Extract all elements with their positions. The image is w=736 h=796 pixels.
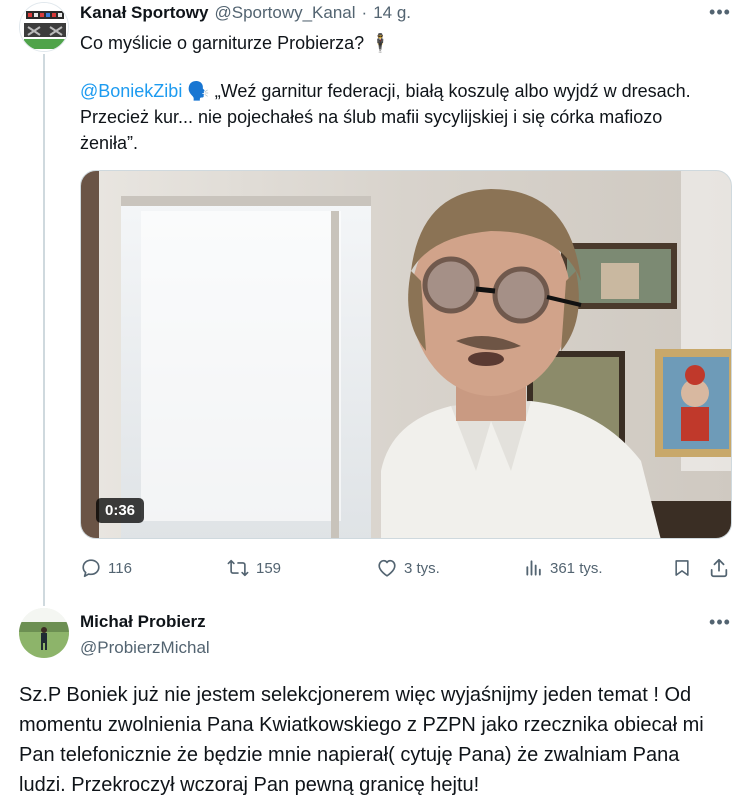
post-text: Co myślicie o garniturze Probierza? 🕴	[80, 33, 392, 53]
avatar[interactable]	[19, 2, 69, 52]
like-count: 3 tys.	[404, 559, 440, 577]
reply-icon	[82, 559, 100, 578]
views-button[interactable]: 361 tys.	[524, 556, 603, 580]
thread-connector-line	[43, 54, 45, 606]
quoted-statement: @BoniekZibi 🗣️ „Weź garnitur federacji, …	[80, 78, 710, 156]
views-count: 361 tys.	[550, 559, 603, 577]
more-options-button[interactable]: •••	[708, 2, 732, 22]
views-chart-icon	[526, 560, 541, 576]
channel-logo-icon	[20, 3, 68, 51]
repost-button[interactable]: 159	[226, 556, 281, 580]
profile-photo	[19, 608, 69, 658]
repost-icon	[227, 559, 249, 577]
video-duration-badge: 0:36	[96, 498, 145, 523]
separator-dot: ·	[361, 3, 368, 22]
reply-button[interactable]: 116	[80, 556, 132, 580]
more-horizontal-icon: •••	[709, 611, 731, 632]
more-options-button[interactable]: •••	[708, 612, 732, 632]
video-thumbnail	[81, 171, 731, 538]
post-actions-bar: 116 159 3 tys. 361 tys.	[80, 556, 732, 580]
avatar[interactable]	[19, 608, 69, 658]
reply-count: 116	[108, 559, 132, 577]
author-name[interactable]: Kanał Sportowy	[80, 3, 208, 23]
post-text: Sz.P Boniek już nie jestem selekcjonerem…	[19, 684, 704, 796]
video-player[interactable]: 0:36	[80, 170, 732, 539]
repost-count: 159	[256, 559, 282, 577]
bookmark-icon	[675, 560, 689, 576]
bookmark-button[interactable]	[672, 556, 692, 580]
author-name[interactable]: Michał Probierz	[80, 612, 206, 632]
mention-link[interactable]: @BoniekZibi	[80, 81, 182, 101]
post-header: Kanał Sportowy @Sportowy_Kanal · 14 g.	[80, 2, 411, 24]
author-handle[interactable]: @Sportowy_Kanal	[214, 3, 355, 23]
author-handle[interactable]: @ProbierzMichal	[80, 638, 210, 658]
like-button[interactable]: 3 tys.	[376, 556, 440, 580]
post-timestamp[interactable]: 14 g.	[373, 3, 411, 23]
more-horizontal-icon: •••	[709, 1, 731, 22]
share-icon	[710, 558, 728, 578]
heart-icon	[378, 559, 396, 577]
share-button[interactable]	[708, 556, 730, 580]
